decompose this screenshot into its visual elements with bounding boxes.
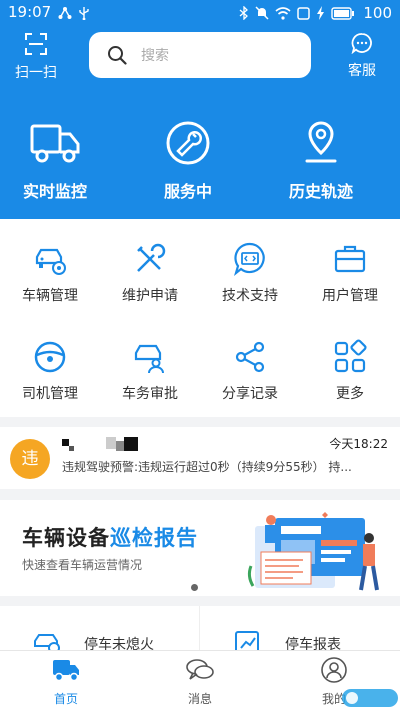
idle-parking-report-button[interactable]: 停车未熄火 (0, 606, 198, 650)
vehicle-approval-button[interactable]: 车务审批 (100, 339, 200, 403)
bluetooth-icon (239, 6, 249, 20)
banner-title-main: 车辆设备 (22, 526, 110, 550)
realtime-monitor-label: 实时监控 (22, 182, 87, 201)
charging-icon (317, 6, 325, 20)
car-gear-icon (35, 248, 66, 275)
grid-label: 分享记录 (222, 386, 278, 402)
tab-label: 消息 (187, 692, 212, 706)
status-time: 19:07 (8, 3, 52, 21)
truck-icon (30, 124, 80, 163)
network-icon (58, 7, 72, 19)
home-truck-icon (53, 660, 79, 682)
grid-label: 更多 (336, 386, 364, 402)
report-label: 停车报表 (285, 637, 341, 650)
code-chat-icon (233, 242, 265, 277)
maintenance-request-button[interactable]: 维护申请 (100, 241, 200, 305)
user-icon (321, 657, 347, 683)
tools-icon (137, 243, 166, 272)
alert-message: 违规驾驶预警:违规运行超过0秒（持续9分55秒） 持... (62, 460, 352, 474)
location-pin-icon (305, 121, 337, 163)
chat-bubble-icon (351, 33, 372, 55)
share-icon (235, 341, 265, 373)
usb-icon (79, 7, 89, 20)
violation-badge: 违 (10, 439, 50, 479)
alert-time: 今天18:22 (329, 437, 388, 451)
steering-wheel-icon (34, 341, 66, 373)
divider (199, 606, 200, 650)
share-record-button[interactable]: 分享记录 (200, 339, 300, 403)
violation-alert[interactable]: 违 今天18:22 违规驾驶预警:违规运行超过0秒（持续9分55秒） 持... (0, 427, 400, 489)
chart-report-icon (235, 631, 259, 650)
grid-label: 司机管理 (22, 386, 78, 402)
inspection-banner[interactable]: 车辆设备巡检报告 快速查看车辆运营情况 (0, 500, 400, 596)
scan-icon (25, 33, 47, 55)
briefcase-icon (334, 245, 366, 273)
site-watermark (342, 689, 398, 707)
in-service-button[interactable]: 服务中 (133, 120, 243, 202)
mute-icon (255, 6, 269, 20)
user-management-button[interactable]: 用户管理 (300, 241, 400, 305)
car-report-icon (34, 634, 60, 650)
parking-report-button[interactable]: 停车报表 (201, 606, 399, 650)
driver-management-button[interactable]: 司机管理 (0, 339, 100, 403)
car-person-icon (134, 344, 164, 374)
vehicle-management-button[interactable]: 车辆管理 (0, 241, 100, 305)
battery-level: 100 (363, 4, 392, 22)
more-grid-icon (334, 339, 367, 373)
tab-label: 首页 (53, 692, 78, 706)
grid-label: 维护申请 (122, 288, 178, 304)
history-track-label: 历史轨迹 (288, 182, 353, 201)
customer-service-button[interactable]: 客服 (342, 32, 382, 80)
redacted-plate-icon (62, 437, 138, 451)
wifi-icon (275, 6, 291, 20)
realtime-monitor-button[interactable]: 实时监控 (0, 120, 110, 202)
more-button[interactable]: 更多 (300, 339, 400, 403)
banner-subtitle: 快速查看车辆运营情况 (22, 558, 143, 572)
function-grid: 车辆管理 维护申请 技术支持 用户管理 司机管理 车务审批 分享记录 更多 (0, 219, 400, 417)
search-input[interactable]: 搜索 (89, 32, 311, 78)
carousel-indicator (191, 584, 198, 591)
grid-label: 用户管理 (322, 288, 378, 304)
banner-title: 车辆设备巡检报告 (22, 522, 198, 552)
banner-title-highlight: 巡检报告 (110, 526, 198, 550)
grid-label: 车辆管理 (22, 288, 78, 304)
tech-support-button[interactable]: 技术支持 (200, 241, 300, 305)
bottom-tab-bar: 首页 消息 我的 (0, 650, 400, 711)
service-label: 客服 (348, 63, 376, 79)
message-icon (186, 659, 214, 680)
history-track-button[interactable]: 历史轨迹 (266, 120, 376, 202)
screen-icon (297, 6, 311, 20)
tab-messages[interactable]: 消息 (160, 657, 240, 707)
battery-icon (331, 6, 355, 20)
scan-button[interactable]: 扫一扫 (12, 32, 60, 82)
status-bar: 19:07 100 (0, 0, 400, 26)
report-label: 停车未熄火 (84, 637, 154, 650)
search-icon (108, 46, 127, 65)
header: 19:07 100 扫一扫 搜索 客服 实时监控 服务中 历史轨迹 (0, 0, 400, 219)
grid-label: 技术支持 (222, 288, 278, 304)
reports-row: 停车未熄火 停车报表 (0, 606, 400, 650)
in-service-label: 服务中 (163, 182, 212, 201)
tab-home[interactable]: 首页 (26, 657, 106, 707)
wrench-icon (166, 121, 210, 165)
search-placeholder: 搜索 (141, 48, 169, 64)
grid-label: 车务审批 (122, 386, 178, 402)
scan-label: 扫一扫 (15, 65, 57, 81)
report-illustration (247, 512, 379, 591)
